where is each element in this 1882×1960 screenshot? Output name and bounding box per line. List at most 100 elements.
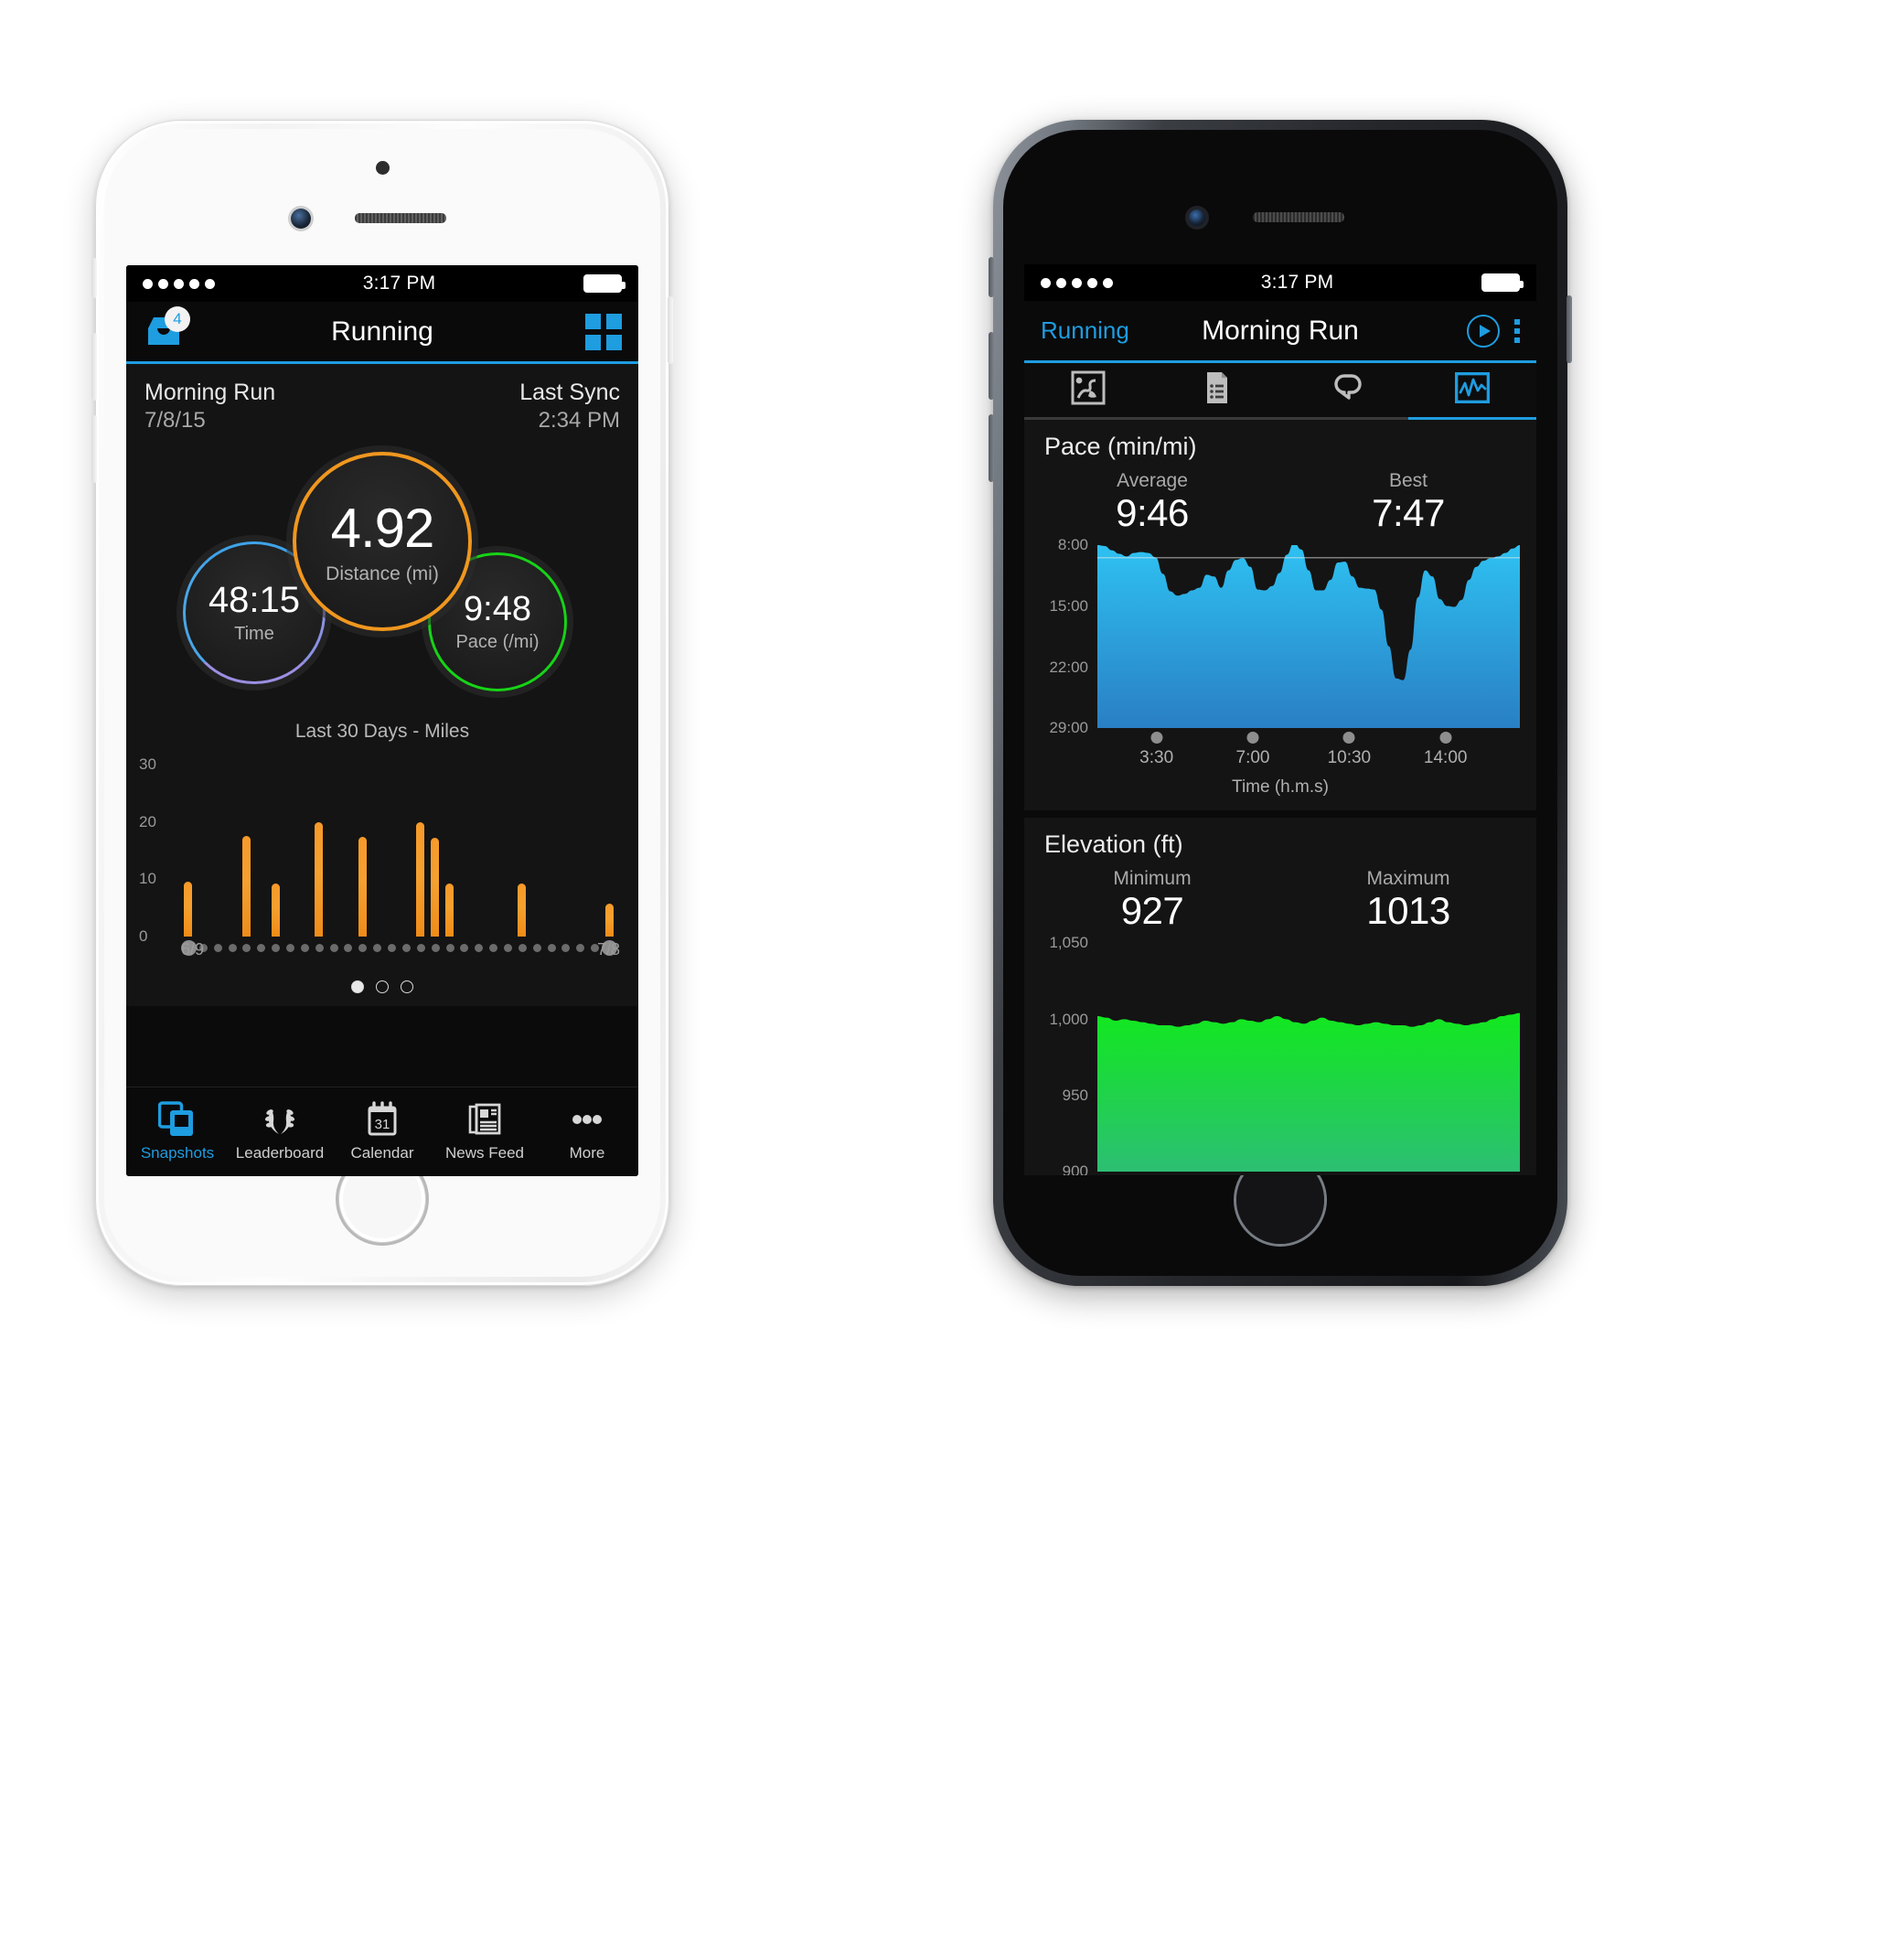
tab-calendar[interactable]: 31 Calendar	[331, 1087, 433, 1176]
grid-view-icon[interactable]	[585, 313, 622, 350]
pace-average-stat: Average 9:46	[1024, 470, 1280, 534]
pace-stats: Average 9:46 Best 7:47	[1024, 465, 1536, 536]
segment-map-route[interactable]	[1024, 363, 1152, 417]
elevation-y-tick: 950	[1062, 1087, 1088, 1105]
laps-loop-icon	[1326, 372, 1363, 408]
metric-time-label: Time	[234, 624, 274, 645]
elevation-y-tick: 1,050	[1049, 934, 1088, 952]
elevation-y-tick: 1,000	[1049, 1010, 1088, 1028]
newspaper-icon	[465, 1101, 504, 1138]
pace-y-tick: 15:00	[1049, 596, 1088, 615]
power-button-right[interactable]	[1567, 295, 1572, 363]
bottom-tab-bar: Snapshots Leaderboard 31 Calendar News F…	[126, 1087, 638, 1176]
tab-leaderboard[interactable]: Leaderboard	[229, 1087, 331, 1176]
last-sync-time: 2:34 PM	[538, 407, 620, 433]
pace-average-label: Average	[1117, 470, 1188, 491]
tab-label-snapshots: Snapshots	[140, 1144, 215, 1162]
last-sync-block: Last Sync 2:34 PM	[519, 379, 620, 434]
play-circle-icon[interactable]	[1467, 314, 1500, 348]
mute-switch[interactable]	[91, 258, 97, 298]
signal-strength-dots	[143, 278, 215, 289]
tab-label-leaderboard: Leaderboard	[235, 1144, 325, 1162]
battery-icon-right	[1481, 273, 1524, 292]
page-dot-1[interactable]	[351, 980, 364, 993]
inbox-badge-count: 4	[165, 305, 190, 332]
elevation-stats: Minimum 927 Maximum 1013	[1024, 862, 1536, 934]
kebab-menu-icon[interactable]	[1514, 318, 1520, 343]
svg-text:31: 31	[375, 1117, 390, 1132]
volume-up-button-right[interactable]	[989, 332, 994, 400]
status-time-right: 3:17 PM	[1260, 272, 1334, 293]
tab-snapshots[interactable]: Snapshots	[126, 1087, 229, 1176]
volume-down-button[interactable]	[91, 415, 97, 483]
elevation-y-tick: 900	[1062, 1162, 1088, 1175]
front-camera-right	[1189, 209, 1205, 226]
status-bar-left: 3:17 PM	[126, 265, 638, 302]
segment-details[interactable]	[1152, 363, 1280, 417]
pace-x-tick: 10:30	[1327, 748, 1372, 768]
screenshot-stage: 3:17 PM 4 Running Morning Run 7/8/15 Las…	[0, 0, 1882, 1960]
proximity-sensor	[376, 161, 390, 175]
elevation-maximum-stat: Maximum 1013	[1280, 868, 1536, 932]
bar	[184, 881, 193, 937]
phone-device-black: 3:17 PM Running Morning Run Pace (min/mi…	[989, 120, 1572, 1286]
elevation-maximum-value: 1013	[1366, 889, 1450, 933]
pace-x-tick: 7:00	[1235, 748, 1270, 768]
elevation-minimum-stat: Minimum 927	[1024, 868, 1280, 932]
pace-y-tick: 8:00	[1057, 536, 1088, 554]
snapshots-icon	[158, 1101, 197, 1138]
status-time: 3:17 PM	[362, 273, 436, 294]
activity-date: 7/8/15	[144, 407, 206, 433]
power-button[interactable]	[668, 296, 673, 364]
bar-y-tick: 20	[139, 812, 156, 830]
bar	[241, 835, 251, 937]
bar	[315, 821, 324, 937]
bar	[271, 884, 280, 937]
map-route-icon	[1071, 370, 1106, 410]
laurel-wreath-icon	[261, 1101, 299, 1138]
metric-pace-value: 9:48	[464, 590, 531, 629]
metric-bubbles: 48:15 Time 9:48 Pace (/mi) 4.92 Distance…	[126, 440, 638, 715]
bar	[416, 821, 425, 937]
ellipsis-icon	[568, 1101, 606, 1138]
tab-label-calendar: Calendar	[350, 1144, 414, 1162]
navbar-left: 4 Running	[126, 302, 638, 364]
metric-time-value: 48:15	[208, 580, 301, 621]
screen-right: 3:17 PM Running Morning Run Pace (min/mi…	[1024, 264, 1536, 1175]
segment-laps[interactable]	[1280, 363, 1408, 417]
pace-panel: Pace (min/mi) Average 9:46 Best 7:47 8:0…	[1024, 420, 1536, 811]
tab-label-more: More	[569, 1144, 605, 1162]
pace-x-tick: 14:00	[1423, 748, 1468, 768]
page-indicator[interactable]	[126, 963, 638, 1006]
segment-active-underline	[1408, 417, 1536, 420]
calendar-31-icon: 31	[363, 1101, 401, 1138]
tab-news-feed[interactable]: News Feed	[433, 1087, 536, 1176]
x-end-label: 7/8	[596, 939, 620, 959]
back-link-running[interactable]: Running	[1041, 316, 1129, 345]
page-dot-3[interactable]	[401, 980, 413, 993]
tab-more[interactable]: More	[536, 1087, 638, 1176]
elevation-chart-plot	[1097, 943, 1520, 1173]
inbox-icon[interactable]: 4	[143, 305, 190, 350]
mute-switch-right[interactable]	[989, 257, 994, 297]
metric-bubble-distance[interactable]: 4.92 Distance (mi)	[293, 451, 472, 631]
volume-up-button[interactable]	[91, 333, 97, 401]
activity-name: Morning Run	[144, 380, 276, 405]
volume-down-button-right[interactable]	[989, 414, 994, 482]
navbar-right-actions	[1467, 314, 1520, 348]
pace-best-label: Best	[1388, 470, 1428, 491]
metric-distance-label: Distance (mi)	[326, 563, 439, 585]
pace-chart-x-labels: 3:30 7:00 10:30 14:00	[1097, 748, 1520, 772]
bar-y-tick: 30	[139, 755, 156, 774]
metric-pace-label: Pace (/mi)	[455, 632, 540, 653]
x-start-label: 6/9	[181, 939, 205, 959]
tab-label-news-feed: News Feed	[445, 1144, 524, 1162]
segment-graphs[interactable]	[1408, 363, 1536, 417]
elevation-panel: Elevation (ft) Minimum 927 Maximum 1013 …	[1024, 810, 1536, 1175]
elevation-minimum-value: 927	[1120, 889, 1184, 933]
pace-best-stat: Best 7:47	[1280, 470, 1536, 534]
screen-left: 3:17 PM 4 Running Morning Run 7/8/15 Las…	[126, 265, 638, 1176]
pace-x-tick: 3:30	[1139, 748, 1174, 768]
page-dot-2[interactable]	[376, 980, 389, 993]
phone-device-white: 3:17 PM 4 Running Morning Run 7/8/15 Las…	[91, 120, 673, 1286]
